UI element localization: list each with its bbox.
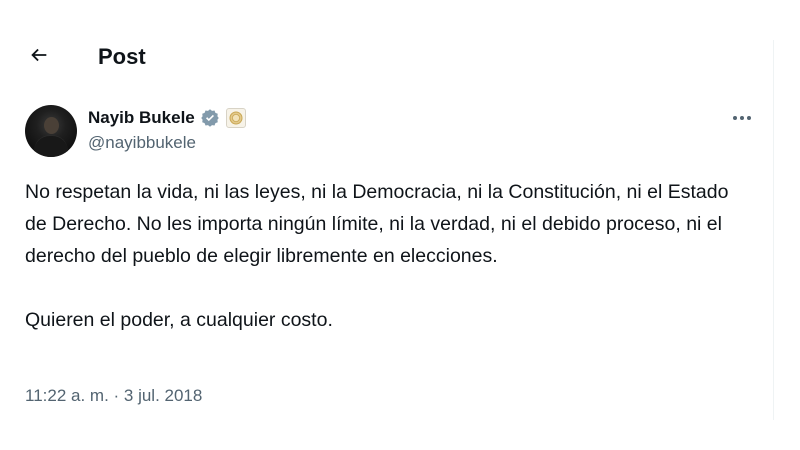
post-view: Post Nayib Bukele @nayibbukele No respet… [0,0,800,450]
author-handle[interactable]: @nayibbukele [88,132,196,154]
author-name-line: Nayib Bukele [88,107,246,129]
post-author: Nayib Bukele @nayibbukele [25,103,765,159]
post-paragraph: No respetan la vida, ni las leyes, ni la… [25,181,729,267]
post-paragraph: Quieren el poder, a cualquier costo. [25,309,333,331]
more-horizontal-icon [732,108,752,126]
affiliate-badge-icon[interactable] [225,108,246,128]
avatar[interactable] [25,105,77,157]
author-display-name[interactable]: Nayib Bukele [88,107,195,129]
post-timestamp[interactable]: 11:22 a. m. · 3 jul. 2018 [25,384,202,408]
verified-badge-icon[interactable] [200,108,220,128]
page-title: Post [98,44,146,69]
column-divider [773,40,774,420]
post-text: No respetan la vida, ni las leyes, ni la… [25,176,755,336]
more-options-button[interactable] [728,107,756,127]
post-header: Post [0,34,773,80]
arrow-left-icon [28,44,50,71]
back-button[interactable] [24,42,54,72]
